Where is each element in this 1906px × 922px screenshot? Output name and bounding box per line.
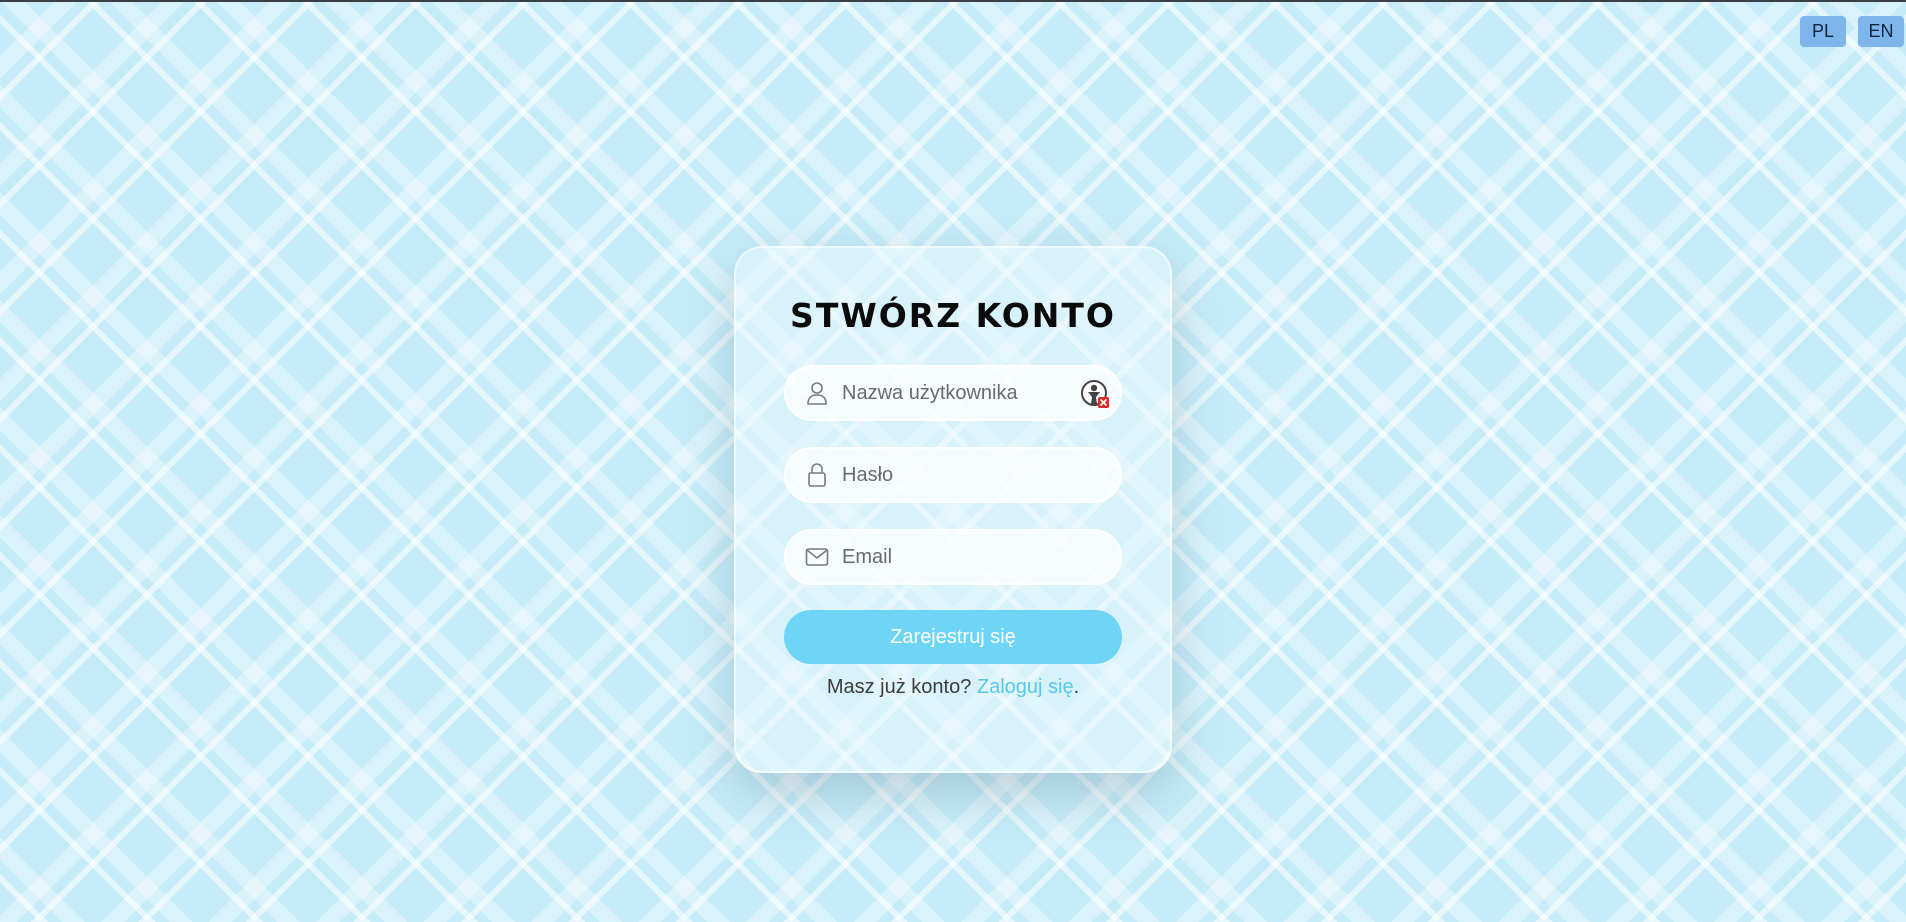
username-input[interactable] [840, 372, 1064, 414]
username-field[interactable] [784, 365, 1122, 421]
login-prompt: Masz już konto? Zaloguj się. [736, 676, 1170, 699]
email-field[interactable] [784, 529, 1122, 585]
register-card: STWÓRZ KONTO Nazwa użytkownika Email Zar… [734, 246, 1172, 773]
lang-pl-button[interactable]: PL [1800, 16, 1846, 47]
user-icon [804, 380, 830, 406]
password-field[interactable] [784, 447, 1122, 503]
password-input[interactable] [840, 454, 1064, 496]
register-button[interactable]: Zarejestruj się [784, 610, 1122, 664]
language-switcher: PL EN [1800, 16, 1904, 47]
login-prompt-text: Masz już konto? [826, 676, 972, 698]
page-title: STWÓRZ KONTO [790, 296, 1116, 335]
password-manager-badge-icon[interactable] [1080, 379, 1110, 409]
lock-icon [804, 462, 830, 488]
login-prompt-suffix: . [1073, 676, 1080, 698]
lang-en-button[interactable]: EN [1858, 16, 1904, 47]
login-link[interactable]: Zaloguj się [977, 676, 1074, 698]
email-input[interactable] [840, 536, 1064, 578]
envelope-icon [804, 544, 830, 570]
